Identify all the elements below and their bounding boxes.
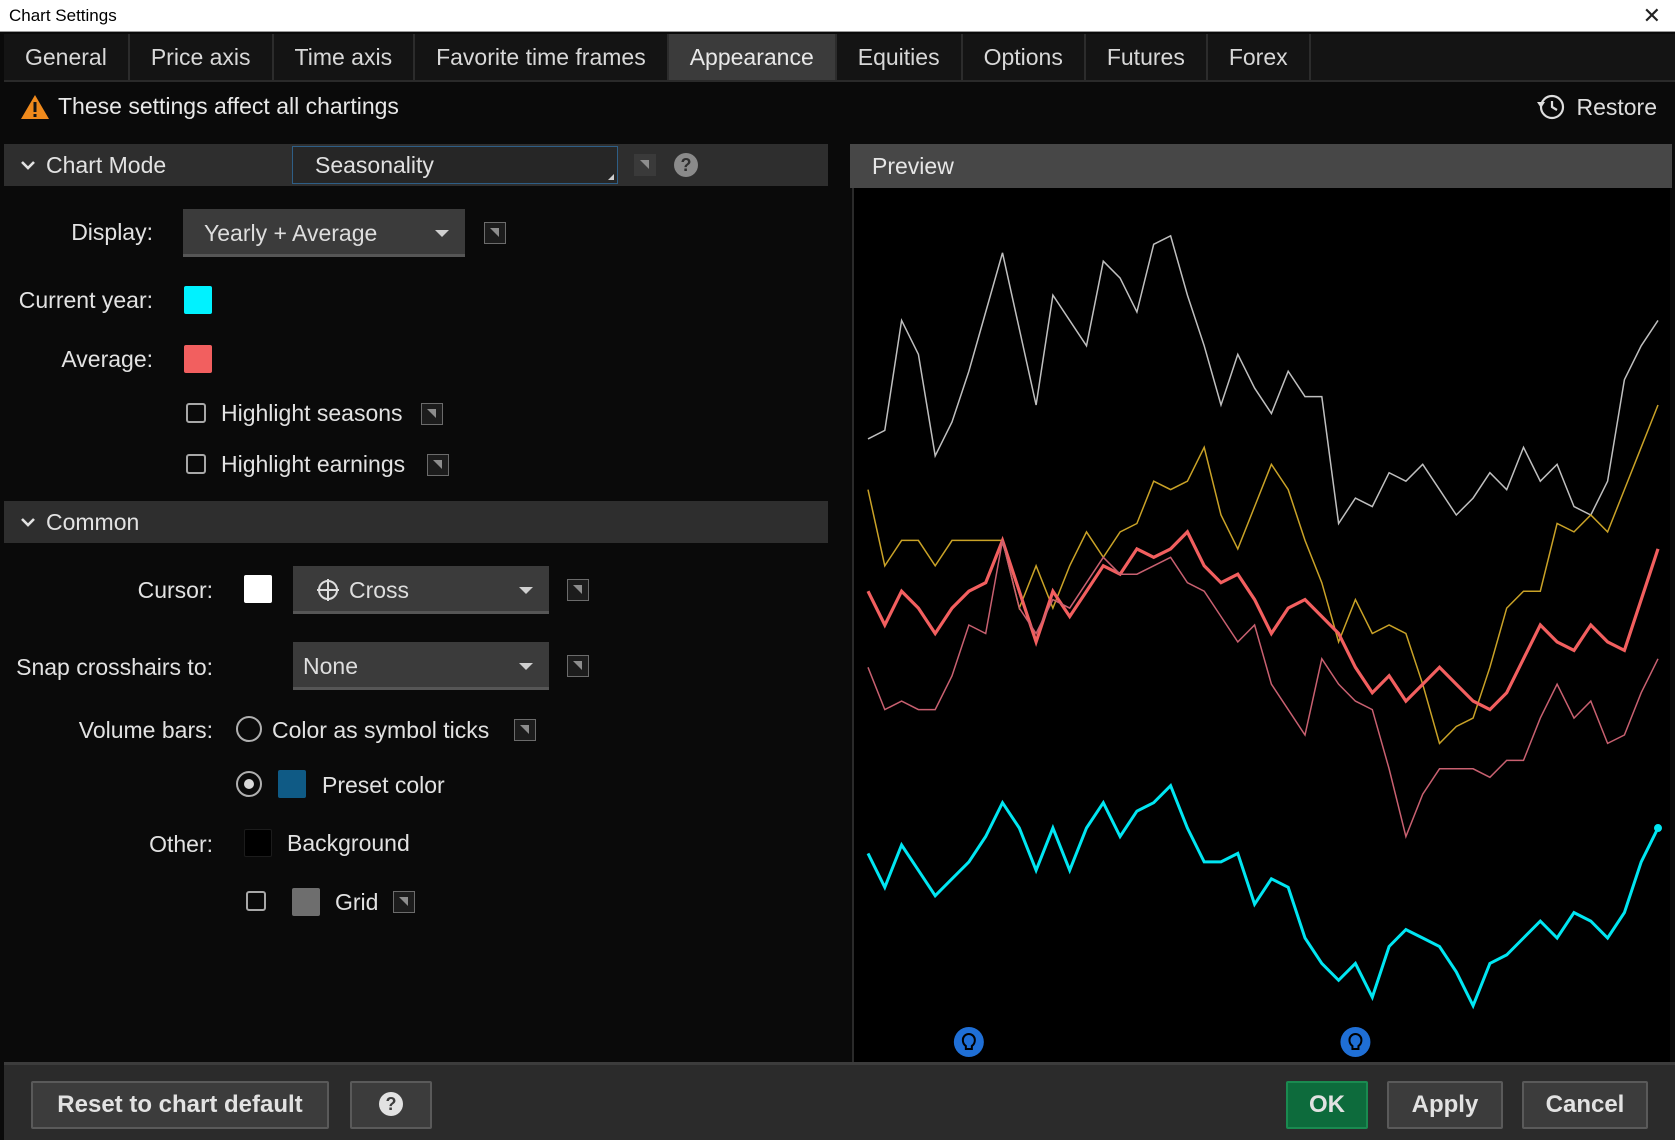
preset-color-swatch[interactable] [278,770,306,798]
display-dropdown[interactable]: Yearly + Average [183,209,465,257]
apply-button[interactable]: Apply [1387,1081,1503,1129]
help-icon[interactable]: ? [674,153,698,177]
section-title: Common [46,508,140,535]
grid-color-swatch[interactable] [292,888,320,916]
settings-notice: These settings affect all chartings [20,93,399,120]
tab-equities[interactable]: Equities [837,34,963,80]
seasonality-chart [866,234,1662,1057]
cursor-dropdown[interactable]: Cross [293,566,549,614]
current-point-marker [1654,824,1662,833]
tab-general[interactable]: General [4,34,130,80]
dropdown-arrow-icon [435,230,449,237]
tab-favorite-time-frames[interactable]: Favorite time frames [415,34,669,80]
snap-value: None [303,653,358,679]
tab-forex[interactable]: Forex [1208,34,1311,80]
history-icon [1537,94,1565,120]
section-common[interactable]: Common [4,501,828,543]
preview-chart [852,188,1670,1062]
chevron-down-icon [21,161,35,170]
tab-futures[interactable]: Futures [1086,34,1208,80]
chart-mode-select[interactable]: Seasonality [292,146,618,184]
cursor-label: Cursor: [137,577,213,603]
chevron-down-icon [21,518,35,527]
tab-appearance[interactable]: Appearance [668,34,837,80]
cursor-color-swatch[interactable] [244,575,272,603]
window-title: Chart Settings [9,6,117,25]
window-title-bar: Chart Settings ✕ [0,0,1675,32]
highlight-seasons-label: Highlight seasons [221,400,403,426]
display-value: Yearly + Average [204,220,378,246]
average-label: Average: [61,346,153,372]
reset-to-default-button[interactable]: Reset to chart default [31,1081,329,1129]
notice-text: These settings affect all chartings [58,93,399,119]
tab-time-axis[interactable]: Time axis [274,34,416,80]
restore-button[interactable]: Restore [1536,93,1657,121]
dropdown-arrow-icon [519,587,533,594]
help-button[interactable]: ? [350,1081,432,1129]
share-icon[interactable] [567,579,589,601]
crosshair-icon [317,578,339,601]
tab-bar: General Price axis Time axis Favorite time … [4,34,1675,82]
current-year-color-swatch[interactable] [184,286,212,314]
share-icon[interactable] [421,403,443,425]
series-line-2 [866,529,1660,712]
volume-color-as-ticks-label: Color as symbol ticks [272,717,490,743]
series-line-3 [867,540,1659,839]
background-label: Background [287,830,410,856]
highlight-earnings-checkbox[interactable] [186,454,206,474]
snap-crosshairs-label: Snap crosshairs to: [16,654,213,680]
volume-color-as-ticks-radio[interactable] [236,716,262,742]
display-label: Display: [71,219,153,245]
cursor-value: Cross [349,577,410,603]
share-icon[interactable] [567,655,589,677]
average-color-swatch[interactable] [184,345,212,373]
volume-preset-color-radio[interactable] [236,771,262,797]
share-icon[interactable] [484,222,506,244]
current-year-label: Current year: [18,287,153,313]
warning-icon [21,94,49,119]
volume-bars-label: Volume bars: [78,717,213,743]
series-line-0 [867,234,1659,526]
share-icon[interactable] [514,719,536,741]
cancel-button[interactable]: Cancel [1522,1081,1648,1129]
tab-price-axis[interactable]: Price axis [130,34,274,80]
earnings-bulb-icon[interactable] [953,1027,984,1057]
dropdown-arrow-icon [519,663,533,670]
help-icon: ? [379,1091,403,1116]
grid-label: Grid [335,889,379,915]
close-icon[interactable]: ✕ [1643,0,1661,32]
highlight-earnings-label: Highlight earnings [221,451,406,477]
share-icon[interactable] [393,891,415,913]
series-line-4 [866,783,1660,1010]
share-icon[interactable] [427,454,449,476]
background-color-swatch[interactable] [244,829,272,857]
earnings-bulb-icon[interactable] [1340,1027,1371,1057]
preset-color-label: Preset color [322,772,445,798]
other-label: Other: [149,831,213,857]
ok-button[interactable]: OK [1286,1081,1368,1129]
section-title: Chart Mode [46,151,167,178]
highlight-seasons-checkbox[interactable] [186,403,206,423]
series-line-1 [867,404,1659,745]
preview-header: Preview [850,144,1672,188]
tab-options[interactable]: Options [963,34,1086,80]
grid-checkbox[interactable] [246,891,266,911]
snap-crosshairs-dropdown[interactable]: None [293,642,549,690]
share-icon[interactable] [634,154,656,176]
restore-label: Restore [1576,93,1657,120]
